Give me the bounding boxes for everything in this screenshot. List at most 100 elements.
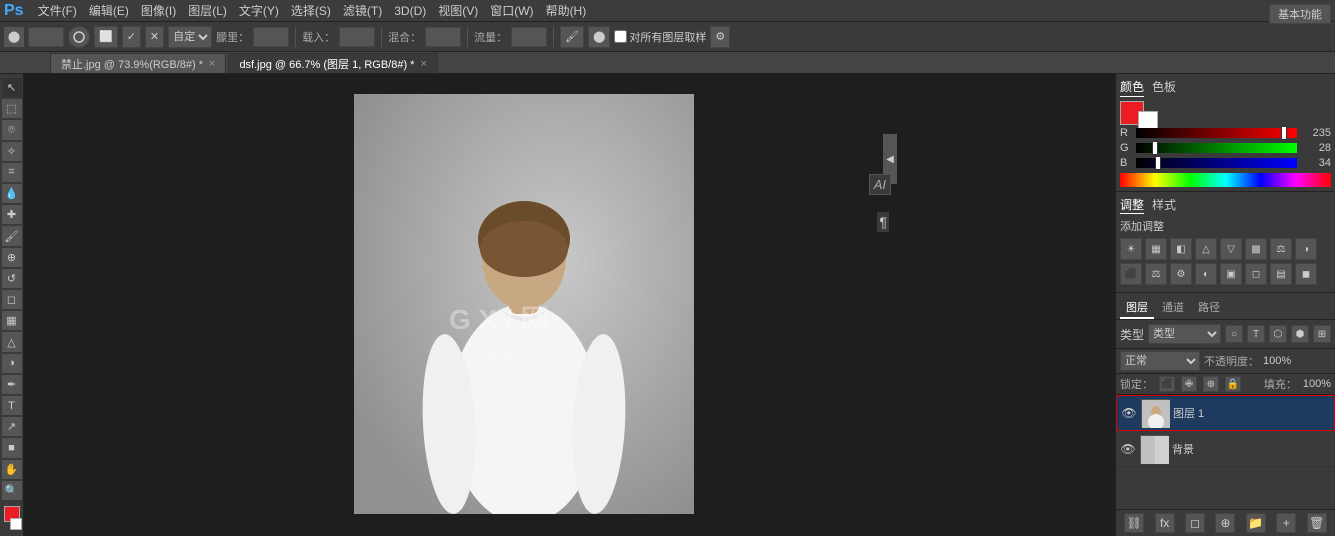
eraser-tool[interactable]: ◻ [2,290,22,309]
vibrance-icon[interactable]: ▽ [1220,238,1242,260]
levels-icon[interactable]: ▦ [1145,238,1167,260]
eyedropper-tool[interactable]: 💧 [2,184,22,203]
add-mask-btn[interactable]: ◻ [1185,513,1205,533]
r-channel-bar[interactable] [1136,128,1297,138]
menu-filter[interactable]: 滤镜(T) [337,2,388,19]
b-channel-bar[interactable] [1136,158,1297,168]
blur-tool[interactable]: △ [2,332,22,351]
menu-3d[interactable]: 3D(D) [388,4,432,18]
swatches-tab[interactable]: 色板 [1152,78,1176,97]
canvas-area[interactable]: G X / 网 system.com ◀ AI ¶ [24,74,1115,536]
new-layer-btn[interactable]: + [1276,513,1296,533]
clone-tool[interactable]: ⊕ [2,248,22,267]
brush-tool[interactable]: 🖌 [2,226,22,245]
style-tab[interactable]: 样式 [1152,196,1176,214]
menu-file[interactable]: 文件(F) [32,2,83,19]
g-channel-bar[interactable] [1136,143,1297,153]
new-group-btn[interactable]: 📁 [1246,513,1266,533]
layer-filter-icon-1[interactable]: ○ [1225,325,1243,343]
all-layers-check[interactable]: 对所有图层取样 [614,29,706,45]
brush-preset-btn[interactable]: ⬤ [4,27,24,47]
layer-item-1[interactable]: 👁 背景 [1116,431,1335,467]
gradient-tool[interactable]: ▦ [2,311,22,330]
paths-tab[interactable]: 路径 [1192,297,1226,319]
selective-color-icon[interactable]: ◼ [1295,263,1317,285]
layer-filter-icon-4[interactable]: ⬢ [1291,325,1309,343]
healing-tool[interactable]: ✚ [2,205,22,224]
color-balance-icon[interactable]: ⚖ [1270,238,1292,260]
lock-pixels-btn[interactable]: ⬛ [1159,376,1175,392]
channel-mix-icon[interactable]: ⚖ [1145,263,1167,285]
close-tab-1[interactable]: × [420,58,426,70]
menu-window[interactable]: 窗口(W) [484,2,539,19]
color-tab[interactable]: 颜色 [1120,78,1144,97]
zoom-tool[interactable]: 🔍 [2,481,22,500]
menu-image[interactable]: 图像(I) [135,2,182,19]
all-layers-checkbox[interactable] [614,30,627,43]
posterize-icon[interactable]: ▣ [1220,263,1242,285]
spectrum-bar[interactable] [1120,173,1331,187]
brightness-icon[interactable]: ☀ [1120,238,1142,260]
layer-0-visibility[interactable]: 👁 [1121,405,1137,421]
exposure-icon[interactable]: △ [1195,238,1217,260]
photo-filter-icon[interactable]: ⬛ [1120,263,1142,285]
invert-icon[interactable]: ◐ [1195,263,1217,285]
layer-filter-icon-5[interactable]: ⊞ [1313,325,1331,343]
threshold-icon[interactable]: ◻ [1245,263,1267,285]
bw-icon[interactable]: ◑ [1295,238,1317,260]
lasso-tool[interactable]: ⌾ [2,120,22,139]
workspace-button[interactable]: 基本功能 [1269,4,1331,24]
opacity-input[interactable]: 80% [253,27,289,47]
mix-input[interactable]: 90% [425,27,461,47]
add-style-btn[interactable]: fx [1155,513,1175,533]
layer-filter-icon-3[interactable]: ⬡ [1269,325,1287,343]
brush-toggle-1[interactable]: ⬜ [94,26,118,48]
layers-tab[interactable]: 图层 [1120,297,1154,319]
gradient-map-icon[interactable]: ▤ [1270,263,1292,285]
menu-layer[interactable]: 图层(L) [182,2,233,19]
marquee-tool[interactable]: ⬚ [2,99,22,118]
flow-input[interactable]: 75% [339,27,375,47]
g-thumb[interactable] [1152,141,1158,155]
brush-toggle-2[interactable]: ✓ [122,26,141,48]
magic-wand-tool[interactable]: ✧ [2,142,22,161]
tab-1[interactable]: dsf.jpg @ 66.7% (图层 1, RGB/8#) * × [228,53,437,73]
new-adjustment-btn[interactable]: ⊕ [1215,513,1235,533]
menu-edit[interactable]: 编辑(E) [83,2,135,19]
layer-item-0[interactable]: 👁 图层 1 [1116,395,1335,431]
b-thumb[interactable] [1155,156,1161,170]
brush-toggle-3[interactable]: ✕ [145,26,164,48]
hsl-icon[interactable]: ▩ [1245,238,1267,260]
menu-text[interactable]: 文字(Y) [233,2,285,19]
move-tool[interactable]: ↖ [2,78,22,97]
blend-mode-dropdown[interactable]: 正常 [1120,351,1200,371]
dodge-tool[interactable]: ◑ [2,354,22,373]
lock-artboard-btn[interactable]: ⊕ [1203,376,1219,392]
shape-tool[interactable]: ■ [2,438,22,457]
eye-icon-0[interactable]: 👁 [1121,406,1136,420]
color-lookup-icon[interactable]: ⚙ [1170,263,1192,285]
blend-mode-select[interactable]: 自定 [168,26,212,48]
r-thumb[interactable] [1281,126,1287,140]
crop-tool[interactable]: ⌗ [2,163,22,182]
settings-btn[interactable]: ⚙ [710,26,730,48]
rate-input[interactable]: 100% [511,27,547,47]
brush-size-input[interactable]: 70 [28,27,64,47]
menu-view[interactable]: 视图(V) [432,2,484,19]
menu-help[interactable]: 帮助(H) [540,2,593,19]
bg-color-swatch[interactable] [10,518,22,530]
channels-tab[interactable]: 通道 [1156,297,1190,319]
menu-select[interactable]: 选择(S) [285,2,337,19]
history-tool[interactable]: ↺ [2,269,22,288]
brush-size-circle[interactable] [68,26,90,48]
eye-icon-1[interactable]: 👁 [1120,442,1135,456]
tab-0[interactable]: 禁止.jpg @ 73.9%(RGB/8#) * × [50,53,226,73]
hand-tool[interactable]: ✋ [2,460,22,479]
path-select-tool[interactable]: ↗ [2,417,22,436]
curves-icon[interactable]: ◧ [1170,238,1192,260]
delete-layer-btn[interactable]: 🗑 [1307,513,1327,533]
adjust-tab[interactable]: 调整 [1120,196,1144,214]
add-link-btn[interactable]: ⛓ [1124,513,1144,533]
brush-btn-2[interactable]: ⬤ [588,26,610,48]
layer-filter-icon-2[interactable]: T [1247,325,1265,343]
